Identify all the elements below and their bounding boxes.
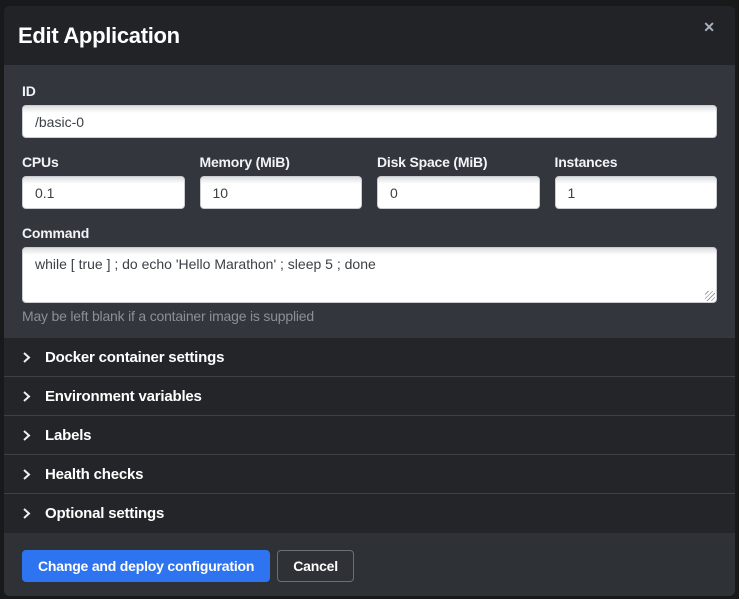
command-form-group: Command while [ true ] ; do echo 'Hello … <box>22 225 717 324</box>
section-optional-settings[interactable]: Optional settings <box>4 494 735 533</box>
command-help-text: May be left blank if a container image i… <box>22 308 717 324</box>
chevron-right-icon <box>22 390 36 403</box>
command-textarea-wrap: while [ true ] ; do echo 'Hello Marathon… <box>22 247 717 303</box>
modal-title: Edit Application <box>18 23 180 49</box>
chevron-right-icon <box>22 468 36 481</box>
instances-form-group: Instances <box>555 154 718 209</box>
memory-form-group: Memory (MiB) <box>200 154 363 209</box>
chevron-right-icon <box>22 507 36 520</box>
section-environment-variables[interactable]: Environment variables <box>4 377 735 416</box>
modal-body: ID CPUs Memory (MiB) Disk Space (MiB) In… <box>4 65 735 338</box>
instances-label: Instances <box>555 154 718 170</box>
modal-header: Edit Application ✕ <box>4 6 735 65</box>
accordion-sections: Docker container settings Environment va… <box>4 338 735 533</box>
disk-space-input[interactable] <box>377 176 540 209</box>
modal-footer: Change and deploy configuration Cancel <box>4 533 735 596</box>
disk-space-form-group: Disk Space (MiB) <box>377 154 540 209</box>
memory-label: Memory (MiB) <box>200 154 363 170</box>
instances-input[interactable] <box>555 176 718 209</box>
disk-space-label: Disk Space (MiB) <box>377 154 540 170</box>
cpus-input[interactable] <box>22 176 185 209</box>
close-icon: ✕ <box>703 19 715 35</box>
section-label: Optional settings <box>45 505 164 522</box>
cpus-label: CPUs <box>22 154 185 170</box>
section-label: Environment variables <box>45 388 202 405</box>
chevron-right-icon <box>22 351 36 364</box>
section-label: Health checks <box>45 466 143 483</box>
section-label: Docker container settings <box>45 349 224 366</box>
command-textarea[interactable]: while [ true ] ; do echo 'Hello Marathon… <box>22 247 717 303</box>
memory-input[interactable] <box>200 176 363 209</box>
section-health-checks[interactable]: Health checks <box>4 455 735 494</box>
id-form-group: ID <box>22 83 717 138</box>
command-label: Command <box>22 225 717 241</box>
cancel-button[interactable]: Cancel <box>277 550 354 582</box>
resize-handle-icon[interactable] <box>705 291 715 301</box>
section-label: Labels <box>45 427 91 444</box>
cpus-form-group: CPUs <box>22 154 185 209</box>
id-label: ID <box>22 83 717 99</box>
resources-row: CPUs Memory (MiB) Disk Space (MiB) Insta… <box>22 154 717 209</box>
edit-application-modal: Edit Application ✕ ID CPUs Memory (MiB) … <box>4 6 735 596</box>
change-and-deploy-button[interactable]: Change and deploy configuration <box>22 550 270 582</box>
section-labels[interactable]: Labels <box>4 416 735 455</box>
id-input[interactable] <box>22 105 717 138</box>
close-button[interactable]: ✕ <box>699 16 719 38</box>
chevron-right-icon <box>22 429 36 442</box>
section-docker-container-settings[interactable]: Docker container settings <box>4 338 735 377</box>
